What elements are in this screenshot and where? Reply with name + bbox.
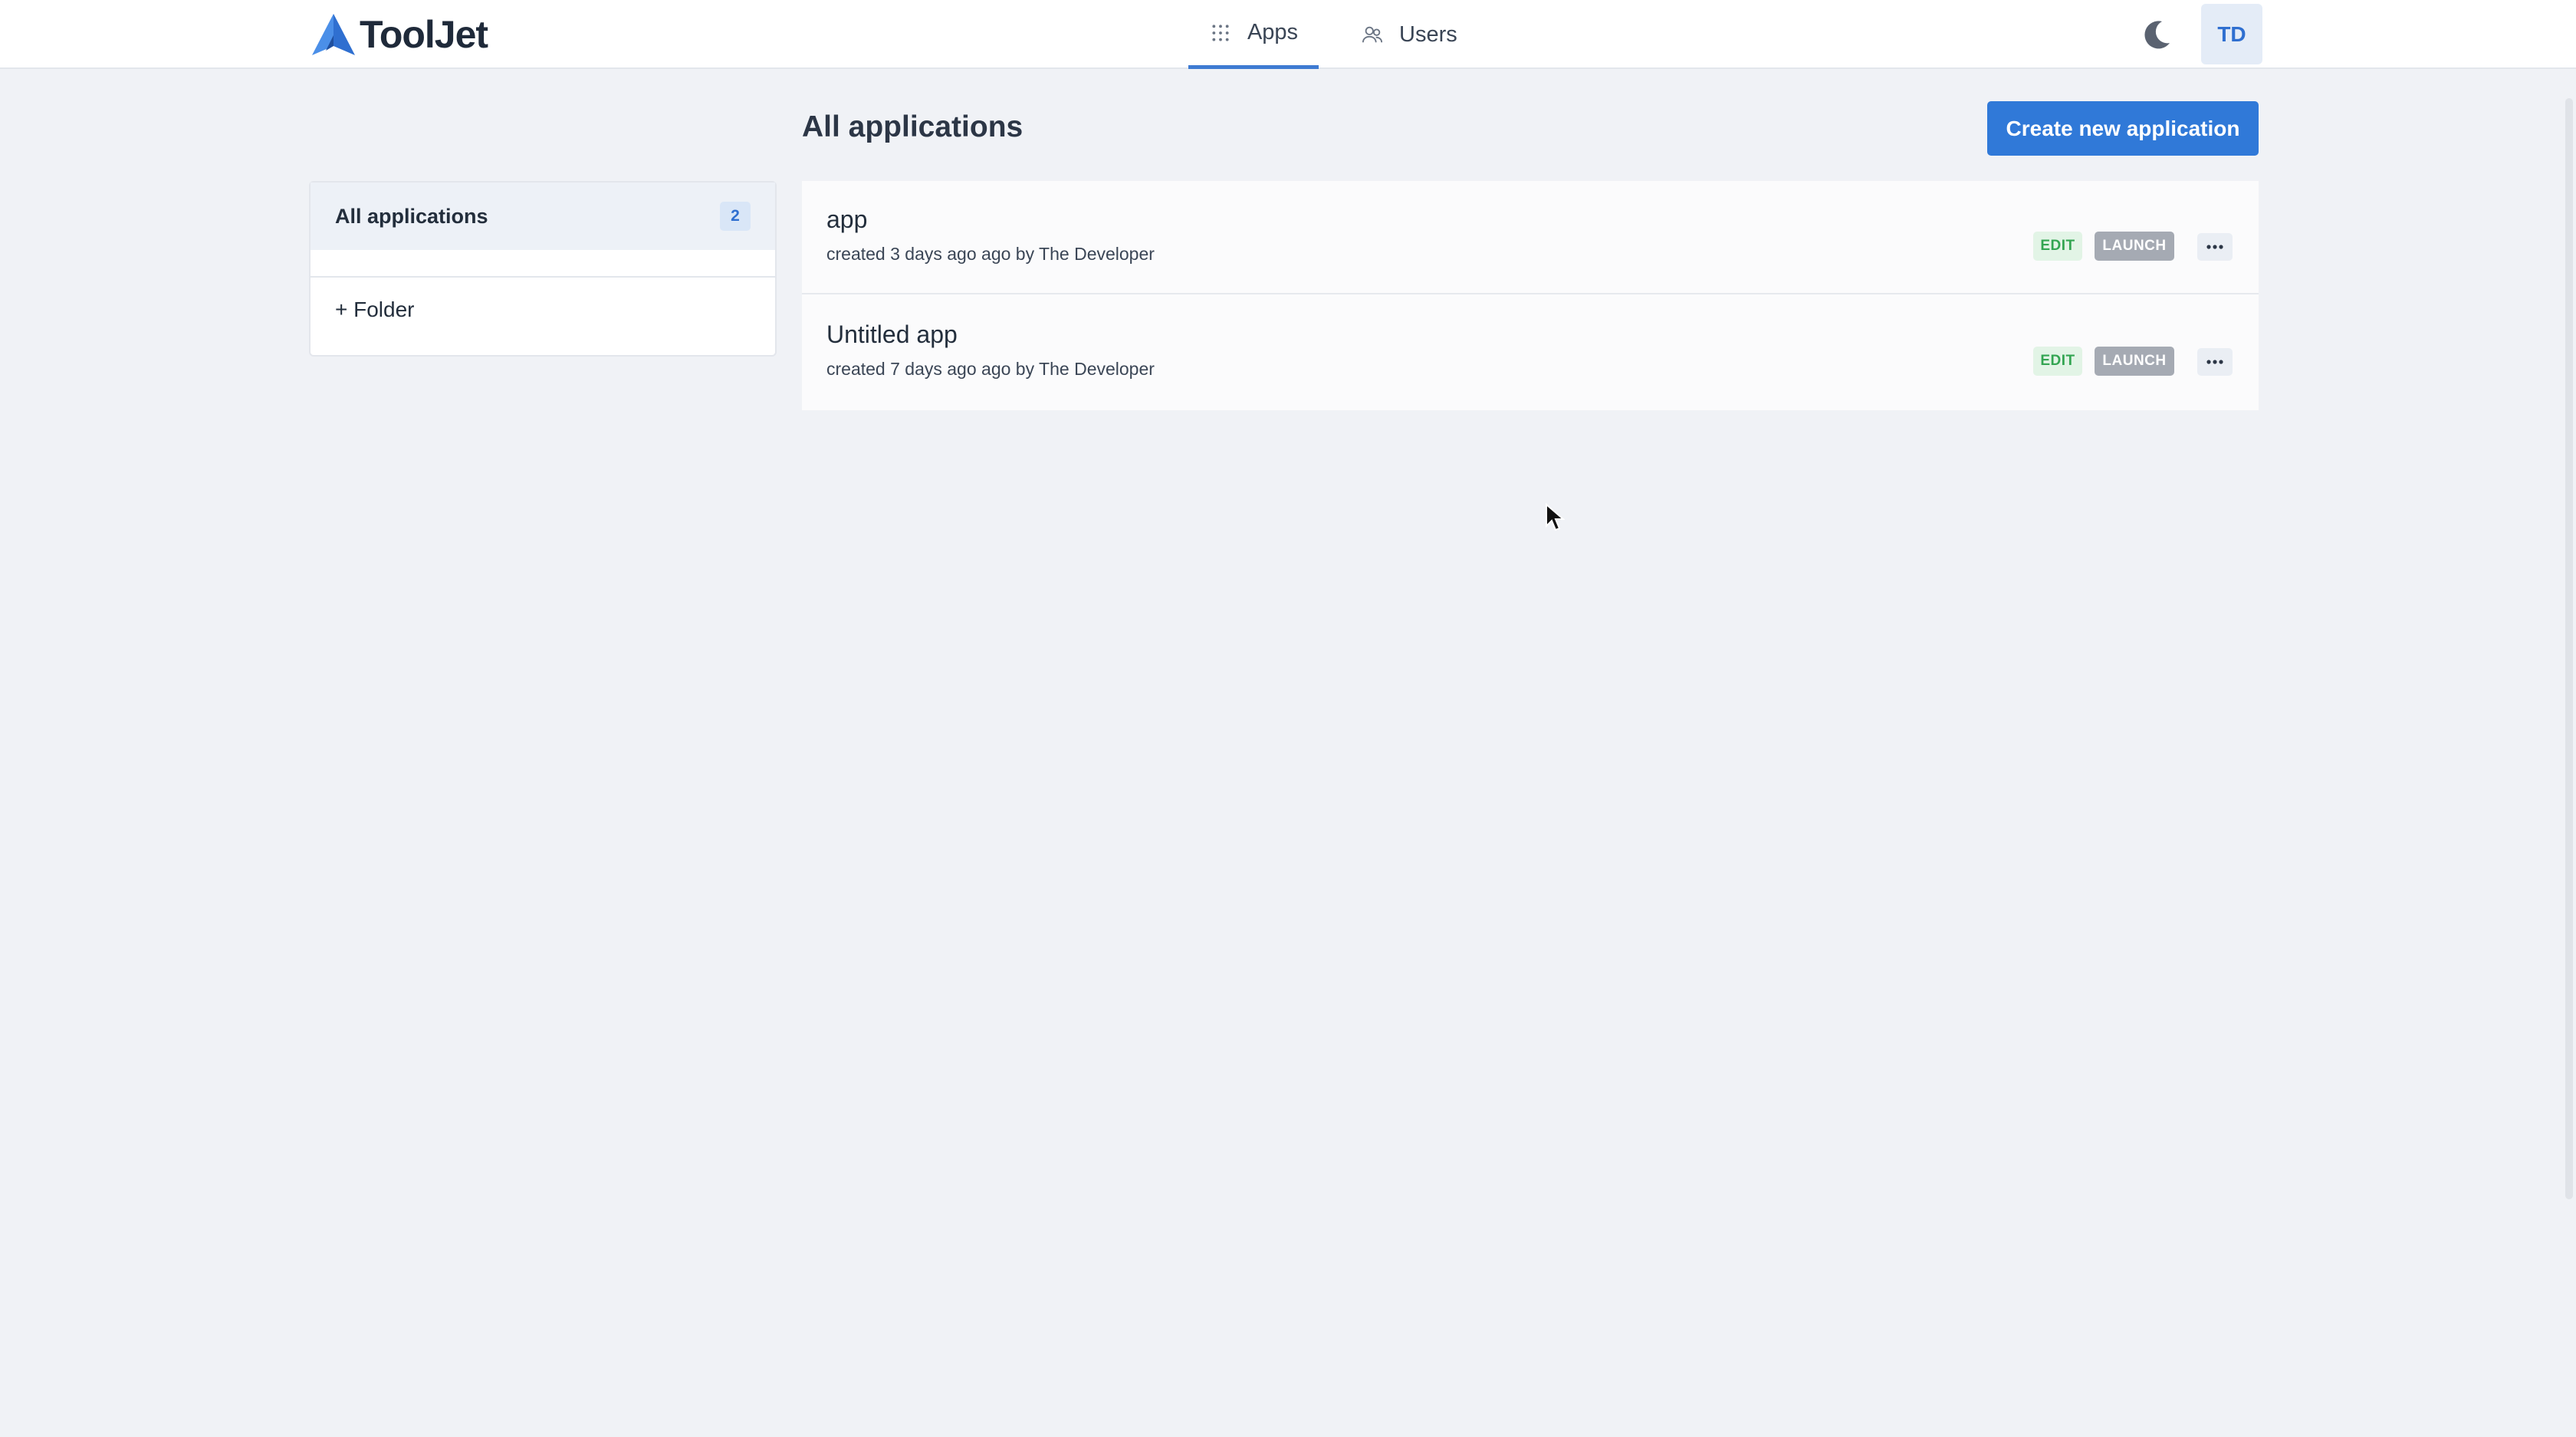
- tab-apps[interactable]: Apps: [1188, 0, 1319, 69]
- app-list: app created 3 days ago ago by The Develo…: [802, 181, 2259, 410]
- edit-app-button[interactable]: EDIT: [2033, 347, 2082, 376]
- edit-app-button[interactable]: EDIT: [2033, 232, 2082, 261]
- tooljet-logo-icon: [312, 14, 355, 55]
- apps-grid-icon: [1209, 21, 1232, 44]
- create-new-application-button[interactable]: Create new application: [1987, 101, 2259, 156]
- sidebar-divider: [310, 276, 775, 278]
- app-menu-button[interactable]: [2197, 348, 2233, 376]
- sidebar-item-all-applications[interactable]: All applications 2: [310, 183, 775, 250]
- top-navbar: ToolJet Apps Users TD: [0, 0, 2576, 69]
- scrollbar[interactable]: [2565, 98, 2573, 1199]
- brand-name: ToolJet: [360, 13, 488, 56]
- app-meta: created 3 days ago ago by The Developer: [826, 244, 1155, 264]
- app-name: app: [826, 206, 868, 233]
- mouse-cursor-icon: [1546, 503, 1565, 531]
- app-count-badge: 2: [720, 202, 751, 231]
- tab-users[interactable]: Users: [1361, 0, 1457, 69]
- folder-sidebar: All applications 2 + Folder: [309, 181, 777, 357]
- app-menu-button[interactable]: [2197, 233, 2233, 261]
- sidebar-item-label: All applications: [335, 204, 488, 228]
- launch-app-button[interactable]: LAUNCH: [2095, 347, 2174, 376]
- user-avatar[interactable]: TD: [2201, 4, 2262, 64]
- more-dots-icon: [2206, 360, 2223, 364]
- brand-logo[interactable]: ToolJet: [310, 11, 488, 58]
- tab-users-label: Users: [1399, 21, 1457, 47]
- users-icon: [1361, 23, 1384, 46]
- moon-icon: [2144, 21, 2170, 49]
- app-row: Untitled app created 7 days ago ago by T…: [802, 296, 2259, 409]
- page-title: All applications: [802, 110, 1024, 143]
- tab-apps-label: Apps: [1247, 20, 1299, 44]
- theme-toggle[interactable]: [2139, 17, 2174, 52]
- app-name: Untitled app: [826, 321, 958, 348]
- more-dots-icon: [2206, 245, 2223, 249]
- launch-app-button[interactable]: LAUNCH: [2095, 232, 2174, 261]
- app-meta: created 7 days ago ago by The Developer: [826, 359, 1155, 379]
- add-folder-button[interactable]: + Folder: [335, 298, 415, 322]
- app-row: app created 3 days ago ago by The Develo…: [802, 181, 2259, 294]
